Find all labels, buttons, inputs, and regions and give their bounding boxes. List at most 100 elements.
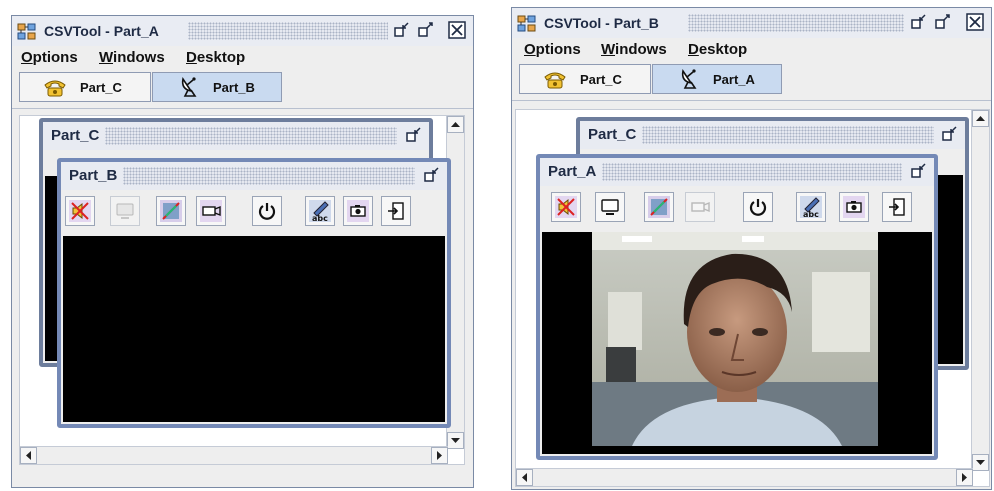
menu-options-mnemonic: O bbox=[524, 41, 536, 58]
exit-button[interactable] bbox=[381, 196, 411, 226]
scroll-right-button[interactable] bbox=[431, 447, 448, 464]
title-bar[interactable]: CSVTool - Part_A bbox=[12, 16, 473, 46]
window-title: CSVTool - Part_B bbox=[544, 15, 659, 31]
camera-button[interactable] bbox=[196, 196, 226, 226]
menu-options-label: ptions bbox=[32, 49, 78, 66]
menu-options[interactable]: Options bbox=[524, 41, 581, 58]
horizontal-scrollbar[interactable] bbox=[516, 468, 973, 486]
scroll-right-button[interactable] bbox=[956, 469, 973, 486]
power-button[interactable] bbox=[743, 192, 773, 222]
video-toggle-button[interactable] bbox=[156, 196, 186, 226]
participant-tabs: Part_C Part_A bbox=[512, 62, 991, 101]
telephone-icon bbox=[42, 76, 68, 101]
menu-windows-label: indows bbox=[615, 41, 667, 58]
window-title: CSVTool - Part_A bbox=[44, 23, 159, 39]
title-grip bbox=[123, 167, 415, 185]
menu-bar: Options Windows Desktop bbox=[512, 39, 991, 61]
mute-button[interactable] bbox=[551, 192, 581, 222]
minimize-icon[interactable] bbox=[910, 162, 928, 180]
app-window-part-b: CSVTool - Part_B Options Windows Desktop… bbox=[511, 7, 992, 490]
exit-button[interactable] bbox=[882, 192, 912, 222]
horizontal-scrollbar[interactable] bbox=[20, 446, 448, 464]
internal-frame-part-a[interactable]: Part_A abc bbox=[536, 154, 938, 460]
scroll-left-button[interactable] bbox=[516, 469, 533, 486]
menu-bar: Options Windows Desktop bbox=[12, 47, 473, 69]
title-grip bbox=[105, 127, 397, 145]
snapshot-button[interactable] bbox=[343, 196, 373, 226]
desktop-area: Part_C Part_B abc bbox=[19, 115, 465, 465]
menu-options[interactable]: Options bbox=[21, 49, 78, 66]
participant-tabs: Part_C Part_B bbox=[12, 70, 473, 109]
svg-text:abc: abc bbox=[312, 214, 328, 222]
close-icon[interactable] bbox=[965, 12, 985, 32]
menu-desktop-mnemonic: D bbox=[688, 41, 699, 58]
minimize-icon[interactable] bbox=[423, 166, 441, 184]
frame-title-bar[interactable]: Part_C bbox=[43, 122, 429, 150]
maximize-icon[interactable] bbox=[416, 20, 436, 40]
tab-part-b-label: Part_B bbox=[213, 80, 255, 95]
title-grip bbox=[642, 126, 934, 144]
screen-share-button[interactable] bbox=[595, 192, 625, 222]
menu-desktop-label: esktop bbox=[196, 49, 246, 66]
menu-windows-label: indows bbox=[113, 49, 165, 66]
media-toolbar: abc bbox=[542, 188, 932, 228]
scroll-up-button[interactable] bbox=[447, 116, 464, 133]
menu-windows[interactable]: Windows bbox=[99, 49, 165, 66]
webcam-feed bbox=[592, 232, 878, 446]
internal-frame-part-b[interactable]: Part_B abc bbox=[57, 158, 451, 428]
svg-text:abc: abc bbox=[803, 210, 819, 218]
menu-windows[interactable]: Windows bbox=[601, 41, 667, 58]
chat-button[interactable]: abc bbox=[305, 196, 335, 226]
title-grip bbox=[688, 14, 904, 32]
video-panel bbox=[63, 236, 445, 422]
vertical-scrollbar[interactable] bbox=[971, 110, 989, 471]
title-grip bbox=[188, 22, 388, 40]
tab-part-c[interactable]: Part_C bbox=[19, 72, 151, 102]
title-bar[interactable]: CSVTool - Part_B bbox=[512, 8, 991, 38]
frame-title: Part_C bbox=[51, 127, 100, 144]
telephone-icon bbox=[542, 68, 568, 93]
menu-desktop-mnemonic: D bbox=[186, 49, 197, 66]
video-toggle-button[interactable] bbox=[644, 192, 674, 222]
frame-title: Part_A bbox=[548, 163, 597, 180]
menu-options-label: ptions bbox=[535, 41, 581, 58]
scroll-down-button[interactable] bbox=[972, 454, 989, 471]
scroll-down-button[interactable] bbox=[447, 432, 464, 449]
chat-button[interactable]: abc bbox=[796, 192, 826, 222]
title-grip bbox=[602, 163, 902, 181]
minimize-icon[interactable] bbox=[405, 126, 423, 144]
power-button[interactable] bbox=[252, 196, 282, 226]
app-window-part-a: CSVTool - Part_A Options Windows Desktop… bbox=[11, 15, 474, 488]
mute-button[interactable] bbox=[65, 196, 95, 226]
scroll-left-button[interactable] bbox=[20, 447, 37, 464]
tab-part-b[interactable]: Part_B bbox=[152, 72, 282, 102]
media-toolbar: abc bbox=[63, 192, 445, 232]
tab-part-c[interactable]: Part_C bbox=[519, 64, 651, 94]
close-icon[interactable] bbox=[447, 20, 467, 40]
menu-options-mnemonic: O bbox=[21, 49, 33, 66]
minimize-icon[interactable] bbox=[909, 12, 929, 32]
minimize-icon[interactable] bbox=[392, 20, 412, 40]
menu-desktop-label: esktop bbox=[698, 41, 748, 58]
menu-windows-mnemonic: W bbox=[99, 49, 114, 66]
network-app-icon bbox=[17, 23, 37, 46]
minimize-icon[interactable] bbox=[941, 125, 959, 143]
tab-part-a[interactable]: Part_A bbox=[652, 64, 782, 94]
frame-title-bar[interactable]: Part_C bbox=[580, 121, 965, 149]
satellite-dish-icon bbox=[179, 76, 201, 101]
tab-part-c-label: Part_C bbox=[580, 72, 622, 87]
tab-part-a-label: Part_A bbox=[713, 72, 755, 87]
scroll-up-button[interactable] bbox=[972, 110, 989, 127]
frame-title-bar[interactable]: Part_B bbox=[61, 162, 447, 190]
frame-title: Part_B bbox=[69, 167, 118, 184]
menu-desktop[interactable]: Desktop bbox=[186, 49, 245, 66]
maximize-icon[interactable] bbox=[933, 12, 953, 32]
menu-desktop[interactable]: Desktop bbox=[688, 41, 747, 58]
menu-windows-mnemonic: W bbox=[601, 41, 616, 58]
snapshot-button[interactable] bbox=[839, 192, 869, 222]
tab-part-c-label: Part_C bbox=[80, 80, 122, 95]
frame-title-bar[interactable]: Part_A bbox=[540, 158, 934, 186]
screen-share-button[interactable] bbox=[110, 196, 140, 226]
satellite-dish-icon bbox=[679, 68, 701, 93]
camera-button[interactable] bbox=[685, 192, 715, 222]
